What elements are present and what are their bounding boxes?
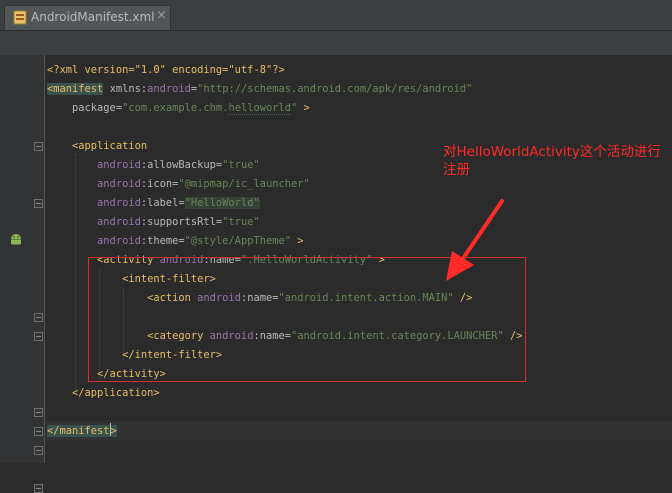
xml-file-icon xyxy=(13,10,27,25)
fold-marker[interactable] xyxy=(34,408,43,417)
code-line[interactable]: android:allowBackup="true" xyxy=(47,156,260,175)
code-token: "HelloWorld" xyxy=(184,197,260,209)
android-icon[interactable] xyxy=(9,232,23,246)
code-line[interactable]: <manifest xmlns:android="http://schemas.… xyxy=(47,80,472,99)
fold-marker[interactable] xyxy=(34,484,43,493)
fold-marker[interactable] xyxy=(34,199,43,208)
code-line[interactable]: package="com.example.chm.helloworld" > xyxy=(47,99,310,118)
fold-marker[interactable] xyxy=(34,313,43,322)
code-token: "@style/AppTheme" xyxy=(184,235,291,247)
code-token: helloworld xyxy=(228,102,291,115)
code-token: android xyxy=(47,235,141,247)
editor-toolstrip xyxy=(0,31,672,55)
annotation-arrow xyxy=(446,199,504,281)
code-token: "com.example.chm. xyxy=(122,102,229,114)
code-line[interactable]: android:icon="@mipmap/ic_launcher" xyxy=(47,175,310,194)
code-token: android xyxy=(47,159,141,171)
code-token: :icon= xyxy=(140,178,179,190)
fold-marker[interactable] xyxy=(34,332,43,341)
code-token: > xyxy=(291,235,304,247)
code-token: :supportsRtl= xyxy=(140,216,223,228)
code-token: android xyxy=(47,178,141,190)
code-token: android xyxy=(47,197,141,209)
code-token: package= xyxy=(47,102,123,114)
fold-marker[interactable] xyxy=(34,142,43,151)
code-line[interactable]: </application> xyxy=(47,384,160,403)
code-token: </manifest xyxy=(47,425,110,437)
code-line[interactable]: </manifest> xyxy=(47,422,117,441)
code-token: :label= xyxy=(140,197,185,209)
tab-androidmanifest[interactable]: AndroidManifest.xml × xyxy=(4,5,171,30)
code-token: <?xml version="1.0" encoding="utf-8"?> xyxy=(47,64,285,76)
code-token: > xyxy=(297,102,310,114)
code-line[interactable]: android:label="HelloWorld" xyxy=(47,194,260,213)
code-line[interactable]: <application xyxy=(47,137,147,156)
current-line-highlight xyxy=(45,421,672,440)
code-token: android xyxy=(47,216,141,228)
code-token: "@mipmap/ic_launcher" xyxy=(178,178,310,190)
code-token: > xyxy=(110,425,117,437)
code-token: xmlns: xyxy=(103,83,148,95)
code-line[interactable]: <?xml version="1.0" encoding="utf-8"?> xyxy=(47,61,285,80)
code-token: "true" xyxy=(222,159,260,171)
editor-gutter xyxy=(0,55,45,493)
code-token: "http://schemas.android.com/apk/res/andr… xyxy=(197,83,473,95)
tab-label: AndroidManifest.xml xyxy=(31,10,155,24)
fold-marker[interactable] xyxy=(34,446,43,455)
code-token: <application xyxy=(47,140,148,152)
code-line[interactable]: android:supportsRtl="true" xyxy=(47,213,260,232)
editor-tab-bar: AndroidManifest.xml × xyxy=(0,0,672,31)
code-token: :allowBackup= xyxy=(140,159,223,171)
code-token: </application> xyxy=(47,387,160,399)
close-icon[interactable]: × xyxy=(156,8,167,23)
code-token: <manifest xyxy=(47,83,104,95)
code-token: :theme= xyxy=(140,235,185,247)
code-token: android xyxy=(147,83,191,95)
code-line[interactable]: android:theme="@style/AppTheme" > xyxy=(47,232,304,251)
code-token: "true" xyxy=(222,216,260,228)
fold-marker[interactable] xyxy=(34,427,43,436)
annotation-text: 对HelloWorldActivity这个活动进行注册 xyxy=(443,144,661,178)
